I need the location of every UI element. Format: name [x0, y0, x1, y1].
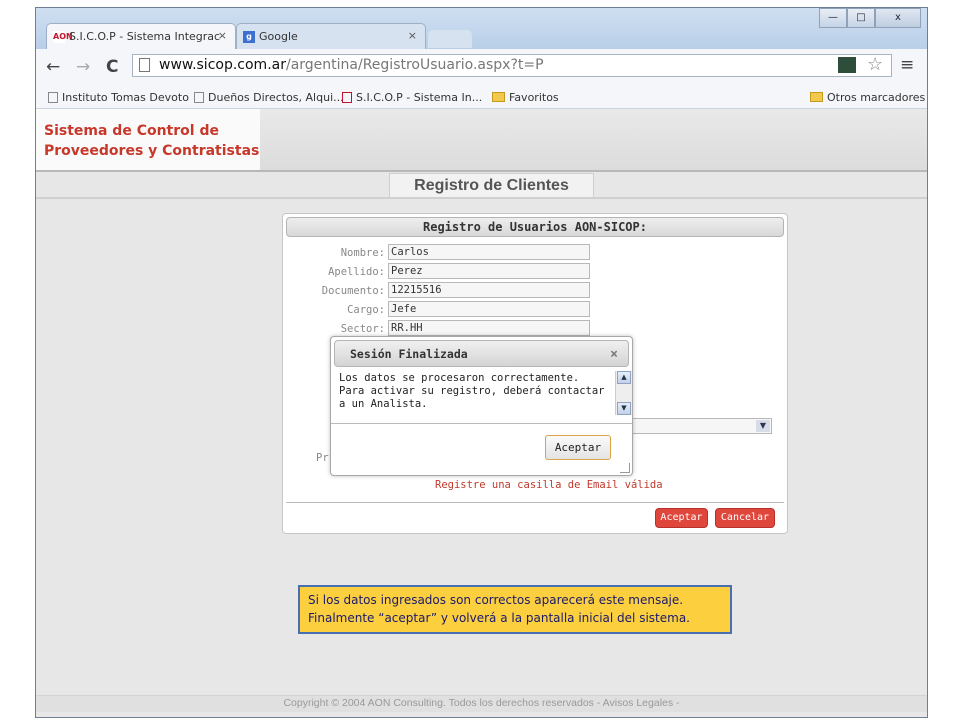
bookmark-label: Favoritos	[509, 91, 559, 104]
page-icon	[194, 92, 204, 103]
dialog-divider	[331, 423, 632, 424]
tab-google[interactable]: g Google ×	[236, 23, 426, 49]
bookmark-label: Otros marcadores	[827, 91, 926, 104]
browser-toolbar: ← → C www.sicop.com.ar/argentina/Registr…	[36, 49, 927, 87]
scroll-down-icon[interactable]: ▼	[617, 402, 631, 415]
window-controls: — □ x	[819, 8, 921, 28]
maximize-button[interactable]: □	[847, 8, 875, 28]
minimize-button[interactable]: —	[819, 8, 847, 28]
documento-field[interactable]: 12215516	[388, 282, 590, 298]
address-bar[interactable]: www.sicop.com.ar/argentina/RegistroUsuar…	[132, 54, 892, 77]
reload-icon[interactable]: C	[106, 57, 118, 77]
bookmark-label: Dueños Directos, Alqui...	[208, 91, 344, 104]
bookmarks-bar: Instituto Tomas Devoto Dueños Directos, …	[36, 87, 927, 109]
title-bar: AON S.I.C.O.P - Sistema Integrac × g Goo…	[36, 8, 927, 49]
field-label: Documento:	[321, 285, 385, 297]
folder-icon	[810, 92, 823, 102]
logo-line-1: Sistema de Control de	[44, 123, 219, 139]
field-label: Cargo:	[347, 304, 385, 316]
section-divider	[36, 197, 927, 199]
site-logo[interactable]: Sistema de Control de Proveedores y Cont…	[36, 109, 260, 170]
note-line-1: Si los datos ingresados son correctos ap…	[308, 593, 684, 607]
cancel-button[interactable]: Cancelar	[715, 508, 775, 528]
partial-field-label: Pr	[316, 452, 329, 464]
form-row-nombre: Nombre: Carlos	[283, 244, 593, 262]
close-window-button[interactable]: x	[875, 8, 921, 28]
back-arrow-icon[interactable]: ←	[46, 57, 60, 77]
tab-label: Google	[259, 30, 298, 43]
logo-line-2: Proveedores y Contratistas	[44, 143, 260, 159]
site-header: Sistema de Control de Proveedores y Cont…	[36, 109, 927, 172]
extension-icon[interactable]	[838, 57, 856, 73]
page-footer: Copyright © 2004 AON Consulting. Todos l…	[36, 695, 927, 712]
cargo-field[interactable]: Jefe	[388, 301, 590, 317]
bookmark-item[interactable]: S.I.C.O.P - Sistema In...	[342, 91, 482, 104]
accept-button[interactable]: Aceptar	[655, 508, 708, 528]
aon-favicon-icon: AON	[53, 31, 73, 43]
bookmark-star-icon[interactable]: ☆	[867, 54, 883, 75]
bookmark-item[interactable]: Dueños Directos, Alqui...	[194, 91, 344, 104]
dialog-title-bar: Sesión Finalizada ×	[334, 340, 629, 367]
aon-favicon-icon	[342, 92, 352, 103]
url-host: www.sicop.com.ar	[159, 57, 286, 73]
form-divider	[286, 502, 784, 503]
bookmark-label: S.I.C.O.P - Sistema In...	[356, 91, 483, 104]
chevron-down-icon: ▼	[756, 420, 770, 432]
dialog-title: Sesión Finalizada	[350, 347, 468, 361]
dialog-scrollbar[interactable]: ▲ ▼	[615, 371, 632, 415]
scroll-up-icon[interactable]: ▲	[617, 371, 631, 384]
field-label: Apellido:	[328, 266, 385, 278]
tab-close-icon[interactable]: ×	[218, 29, 227, 42]
close-icon[interactable]: ×	[610, 341, 618, 368]
google-favicon-icon: g	[243, 31, 255, 43]
new-tab-button[interactable]	[428, 30, 472, 48]
select-dropdown[interactable]: ▼	[618, 418, 772, 434]
page-content: Sistema de Control de Proveedores y Cont…	[36, 109, 927, 717]
form-row-documento: Documento: 12215516	[283, 282, 593, 300]
folder-icon	[492, 92, 505, 102]
browser-window: AON S.I.C.O.P - Sistema Integrac × g Goo…	[35, 7, 928, 718]
page-icon	[139, 58, 150, 72]
field-label: Nombre:	[340, 247, 385, 259]
forward-arrow-icon[interactable]: →	[76, 57, 90, 77]
tab-sicop[interactable]: AON S.I.C.O.P - Sistema Integrac ×	[46, 23, 236, 49]
tab-close-icon[interactable]: ×	[408, 29, 417, 42]
nombre-field[interactable]: Carlos	[388, 244, 590, 260]
dialog-accept-button[interactable]: Aceptar	[545, 435, 611, 460]
other-bookmarks[interactable]: Otros marcadores	[810, 91, 925, 104]
form-row-cargo: Cargo: Jefe	[283, 301, 593, 319]
tab-label: S.I.C.O.P - Sistema Integrac	[69, 30, 221, 43]
session-dialog: Sesión Finalizada × Los datos se procesa…	[330, 336, 633, 476]
note-line-2: Finalmente “aceptar” y volverá a la pant…	[308, 611, 690, 625]
form-title: Registro de Usuarios AON-SICOP:	[286, 217, 784, 237]
validation-message: Registre una casilla de Email válida	[435, 479, 663, 491]
url-path: /argentina/RegistroUsuario.aspx?t=P	[285, 57, 544, 73]
menu-icon[interactable]: ≡	[900, 55, 914, 75]
bookmark-item[interactable]: Instituto Tomas Devoto	[48, 91, 189, 104]
section-title: Registro de Clientes	[389, 173, 594, 198]
page-icon	[48, 92, 58, 103]
bookmark-label: Instituto Tomas Devoto	[62, 91, 189, 104]
apellido-field[interactable]: Perez	[388, 263, 590, 279]
form-row-apellido: Apellido: Perez	[283, 263, 593, 281]
dialog-message: Los datos se procesaron correctamente. P…	[339, 372, 605, 410]
resize-grip-icon[interactable]	[620, 463, 630, 473]
sector-field[interactable]: RR.HH	[388, 320, 590, 336]
instruction-note: Si los datos ingresados son correctos ap…	[298, 585, 732, 634]
bookmark-item[interactable]: Favoritos	[492, 91, 559, 104]
